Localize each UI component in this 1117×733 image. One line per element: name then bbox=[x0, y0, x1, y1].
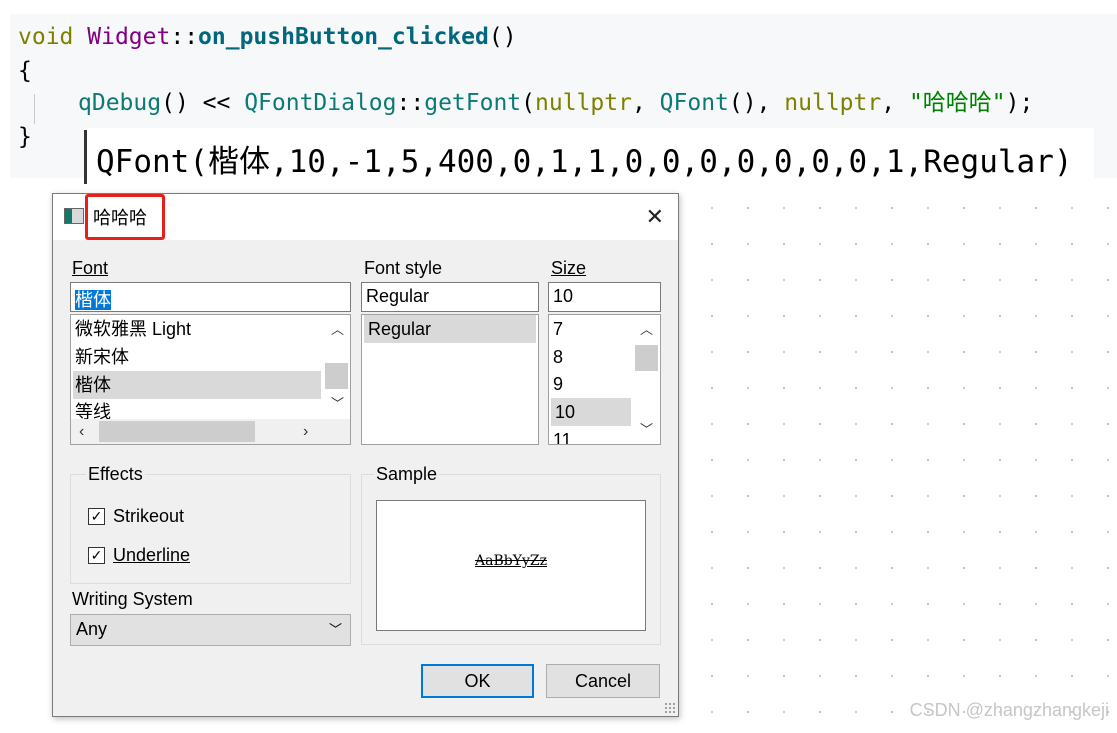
string-literal: "哈哈哈" bbox=[908, 90, 1006, 116]
class-name: Widget bbox=[87, 24, 171, 50]
size-list-item-selected[interactable]: 10 bbox=[551, 398, 631, 426]
debug-output: QFont(楷体,10,-1,5,400,0,1,1,0,0,0,0,0,0,0… bbox=[84, 128, 1094, 184]
chevron-left-icon[interactable]: ‹ bbox=[79, 423, 84, 441]
font-style-label: Font style bbox=[364, 258, 443, 278]
size-list-item[interactable]: 9 bbox=[553, 370, 631, 398]
cancel-button[interactable]: Cancel bbox=[546, 664, 660, 698]
chevron-up-icon[interactable]: ︿ bbox=[331, 319, 344, 338]
ok-button[interactable]: OK bbox=[421, 664, 534, 698]
qfontdialog-class: QFontDialog bbox=[244, 90, 397, 116]
code-punct: (), bbox=[728, 90, 785, 116]
title-bar[interactable]: 哈哈哈 ✕ bbox=[53, 194, 678, 240]
size-list-vscrollbar[interactable]: ︿ ﹀ bbox=[633, 315, 660, 444]
code-line-1: void Widget::on_pushButton_clicked() bbox=[18, 22, 517, 52]
chevron-right-icon[interactable]: › bbox=[303, 423, 308, 441]
size-label: Size bbox=[551, 258, 587, 278]
font-list-item[interactable]: 等线 bbox=[75, 397, 321, 419]
size-list-item[interactable]: 8 bbox=[553, 343, 631, 371]
sample-text: AaBbYyZz bbox=[475, 553, 547, 569]
qdebug-call: qDebug bbox=[78, 90, 162, 116]
app-icon bbox=[64, 208, 84, 224]
underline-label[interactable]: Underline bbox=[113, 545, 190, 566]
font-hscroll-thumb[interactable] bbox=[99, 421, 255, 442]
output-bar bbox=[84, 130, 87, 184]
nullptr-arg: nullptr bbox=[784, 90, 882, 116]
font-list-item[interactable]: 微软雅黑 Light bbox=[75, 315, 321, 343]
font-vscroll-thumb[interactable] bbox=[325, 363, 348, 389]
font-label: Font bbox=[72, 258, 109, 278]
code-line-4: } bbox=[18, 124, 32, 150]
nullptr-arg: nullptr bbox=[535, 90, 632, 116]
font-style-list[interactable]: Regular bbox=[361, 314, 539, 445]
font-input[interactable]: 楷体 bbox=[70, 282, 351, 312]
writing-system-combo[interactable]: Any ﹀ bbox=[70, 614, 351, 646]
underline-checkbox[interactable]: ✓ bbox=[88, 547, 105, 564]
resize-grip-icon[interactable] bbox=[664, 702, 676, 714]
effects-group bbox=[70, 474, 351, 584]
font-list[interactable]: 微软雅黑 Light 新宋体 楷体 等线 ︿ ﹀ ‹ › bbox=[70, 314, 351, 445]
size-list[interactable]: 7 8 9 10 11 ︿ ﹀ bbox=[548, 314, 661, 445]
chevron-down-icon[interactable]: ﹀ bbox=[329, 619, 342, 638]
code-line-2: { bbox=[18, 58, 32, 84]
code-punct: ); bbox=[1005, 90, 1034, 116]
code-punct: , bbox=[631, 90, 660, 116]
size-vscroll-thumb[interactable] bbox=[635, 345, 658, 371]
scope-operator: :: bbox=[396, 90, 425, 116]
strikeout-label[interactable]: Strikeout bbox=[113, 506, 184, 527]
parens: () bbox=[488, 24, 517, 50]
writing-system-value: Any bbox=[76, 619, 108, 639]
chevron-down-icon[interactable]: ﹀ bbox=[640, 419, 653, 438]
size-list-item[interactable]: 7 bbox=[553, 315, 631, 343]
size-list-item[interactable]: 11 bbox=[553, 425, 631, 444]
qfont-class: QFont bbox=[659, 90, 729, 116]
font-style-item-selected[interactable]: Regular bbox=[364, 315, 536, 343]
code-punct: () << bbox=[161, 90, 245, 116]
code-line-3: qDebug() << QFontDialog::getFont(nullptr… bbox=[78, 88, 1033, 118]
code-punct: , bbox=[881, 90, 909, 116]
output-text: QFont(楷体,10,-1,5,400,0,1,1,0,0,0,0,0,0,0… bbox=[96, 144, 1073, 180]
effects-label: Effects bbox=[86, 464, 145, 485]
function-name: on_pushButton_clicked bbox=[198, 24, 489, 50]
font-list-vscrollbar[interactable]: ︿ ﹀ bbox=[323, 315, 350, 419]
keyword-void: void bbox=[18, 24, 88, 50]
indent-guide bbox=[34, 94, 35, 124]
sample-label: Sample bbox=[374, 464, 440, 485]
scope-operator: :: bbox=[170, 24, 199, 50]
getfont-call: getFont bbox=[424, 90, 522, 116]
watermark: CSDN @zhangzhangkeji bbox=[909, 700, 1109, 720]
font-dialog: 哈哈哈 ✕ Font 楷体 微软雅黑 Light 新宋体 楷体 等线 ︿ ﹀ ‹… bbox=[52, 193, 679, 717]
font-input-value: 楷体 bbox=[75, 290, 111, 310]
sample-preview: AaBbYyZz bbox=[376, 500, 646, 631]
font-list-hscrollbar[interactable]: ‹ › bbox=[71, 419, 350, 444]
close-icon[interactable]: ✕ bbox=[646, 204, 664, 230]
font-list-item-selected[interactable]: 楷体 bbox=[73, 371, 321, 399]
writing-system-label: Writing System bbox=[72, 589, 193, 609]
chevron-down-icon[interactable]: ﹀ bbox=[331, 393, 344, 412]
strikeout-checkbox[interactable]: ✓ bbox=[88, 508, 105, 525]
title-highlight-box bbox=[85, 194, 165, 240]
chevron-up-icon[interactable]: ︿ bbox=[640, 319, 653, 338]
size-input[interactable]: 10 bbox=[548, 282, 661, 312]
font-list-item[interactable]: 新宋体 bbox=[75, 343, 321, 371]
font-style-input[interactable]: Regular bbox=[361, 282, 539, 312]
code-punct: ( bbox=[521, 90, 536, 116]
